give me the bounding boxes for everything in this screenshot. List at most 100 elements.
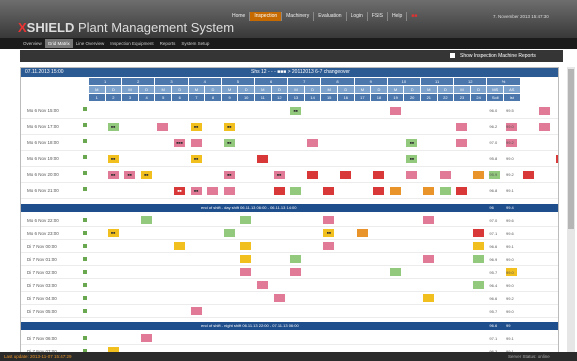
row-comment-icon[interactable]: [83, 270, 87, 274]
defect-cell[interactable]: [174, 242, 185, 250]
defect-cell[interactable]: [240, 255, 252, 263]
defect-cell[interactable]: ■■: [140, 171, 152, 179]
topnav-item-7[interactable]: ■■: [407, 12, 421, 21]
defect-cell[interactable]: [555, 155, 558, 163]
defect-cell[interactable]: [207, 187, 219, 195]
defect-cell[interactable]: [539, 107, 551, 115]
defect-cell[interactable]: [389, 107, 401, 115]
subnav-item-4[interactable]: Reports: [157, 39, 179, 48]
defect-cell[interactable]: [240, 268, 252, 276]
defect-cell[interactable]: [273, 294, 285, 302]
defect-cell[interactable]: [356, 229, 368, 237]
defect-cell[interactable]: [472, 255, 484, 263]
row-comment-icon[interactable]: [83, 296, 87, 300]
defect-cell[interactable]: ■■: [406, 155, 418, 163]
defect-cell[interactable]: [423, 187, 434, 195]
row-comment-icon[interactable]: [83, 171, 87, 175]
topnav-item-5[interactable]: FSIS: [368, 12, 388, 21]
defect-cell[interactable]: ■■: [223, 123, 235, 131]
table-row[interactable]: [21, 333, 558, 345]
subnav-item-5[interactable]: System Setup: [178, 39, 212, 48]
topnav-item-3[interactable]: Evaluation: [314, 12, 347, 21]
table-row[interactable]: [21, 306, 558, 318]
defect-cell[interactable]: ■■: [223, 171, 235, 179]
defect-cell[interactable]: [306, 171, 318, 179]
defect-cell[interactable]: [472, 171, 484, 179]
subnav-item-2[interactable]: Line Overview: [73, 39, 108, 48]
defect-cell[interactable]: [290, 268, 302, 276]
defect-cell[interactable]: [406, 171, 418, 179]
row-comment-icon[interactable]: [83, 218, 87, 222]
defect-cell[interactable]: ■■■: [174, 139, 185, 147]
defect-cell[interactable]: [190, 307, 202, 315]
subnav-item-1[interactable]: Grid Matrix: [44, 39, 73, 48]
defect-cell[interactable]: [140, 216, 152, 224]
defect-cell[interactable]: [190, 139, 202, 147]
defect-cell[interactable]: [439, 171, 451, 179]
defect-cell[interactable]: ■■: [107, 229, 119, 237]
topnav-item-2[interactable]: Machinery: [282, 12, 315, 21]
defect-cell[interactable]: [389, 268, 401, 276]
defect-cell[interactable]: ■■: [190, 123, 202, 131]
defect-cell[interactable]: [439, 187, 451, 195]
defect-cell[interactable]: [456, 139, 468, 147]
defect-cell[interactable]: [240, 216, 252, 224]
topnav-item-1[interactable]: Inspection: [250, 12, 283, 21]
row-comment-icon[interactable]: [83, 123, 87, 127]
defect-cell[interactable]: ■■: [190, 155, 202, 163]
row-comment-icon[interactable]: [83, 107, 87, 111]
topnav-item-6[interactable]: Help: [388, 12, 408, 21]
defect-cell[interactable]: ■■: [190, 187, 202, 195]
defect-cell[interactable]: ■■: [290, 107, 302, 115]
defect-cell[interactable]: [323, 242, 335, 250]
defect-cell[interactable]: [456, 187, 468, 195]
show-reports-checkbox[interactable]: [450, 53, 455, 58]
defect-cell[interactable]: [323, 216, 335, 224]
defect-cell[interactable]: ■■: [107, 155, 119, 163]
row-comment-icon[interactable]: [83, 155, 87, 159]
defect-cell[interactable]: [389, 187, 401, 195]
row-comment-icon[interactable]: [83, 257, 87, 261]
subnav-item-3[interactable]: Inspection Equipment: [107, 39, 156, 48]
defect-cell[interactable]: [472, 281, 484, 289]
defect-cell[interactable]: ■■: [323, 229, 335, 237]
row-comment-icon[interactable]: [83, 336, 87, 340]
defect-cell[interactable]: ■■: [124, 171, 136, 179]
defect-cell[interactable]: [140, 334, 152, 342]
defect-cell[interactable]: [472, 229, 484, 237]
row-comment-icon[interactable]: [83, 187, 87, 191]
topnav-item-4[interactable]: Login: [347, 12, 368, 21]
defect-cell[interactable]: [157, 123, 169, 131]
defect-cell[interactable]: ■■: [107, 123, 119, 131]
defect-cell[interactable]: ■■: [406, 139, 418, 147]
defect-cell[interactable]: [539, 123, 551, 131]
defect-cell[interactable]: [290, 255, 302, 263]
defect-cell[interactable]: ■■: [273, 171, 285, 179]
table-row[interactable]: [21, 215, 558, 227]
defect-cell[interactable]: [522, 171, 534, 179]
defect-cell[interactable]: ■■: [107, 171, 119, 179]
scrollbar-thumb[interactable]: [568, 69, 574, 229]
vertical-scrollbar[interactable]: [567, 67, 575, 357]
defect-cell[interactable]: ■■: [223, 139, 235, 147]
row-comment-icon[interactable]: [83, 283, 87, 287]
defect-cell[interactable]: [373, 187, 385, 195]
defect-cell[interactable]: [240, 242, 252, 250]
table-row[interactable]: [21, 120, 558, 135]
defect-cell[interactable]: [223, 187, 235, 195]
table-row[interactable]: [21, 136, 558, 151]
defect-cell[interactable]: [290, 187, 302, 195]
defect-cell[interactable]: [306, 139, 318, 147]
table-row[interactable]: [21, 293, 558, 305]
row-comment-icon[interactable]: [83, 139, 87, 143]
defect-cell[interactable]: [423, 255, 434, 263]
subnav-item-0[interactable]: Overview: [20, 39, 45, 48]
row-comment-icon[interactable]: [83, 309, 87, 313]
defect-cell[interactable]: [423, 216, 434, 224]
row-comment-icon[interactable]: [83, 244, 87, 248]
row-comment-icon[interactable]: [83, 231, 87, 235]
defect-cell[interactable]: [223, 229, 235, 237]
table-row[interactable]: [21, 152, 558, 167]
defect-cell[interactable]: [472, 242, 484, 250]
defect-cell[interactable]: [323, 187, 335, 195]
